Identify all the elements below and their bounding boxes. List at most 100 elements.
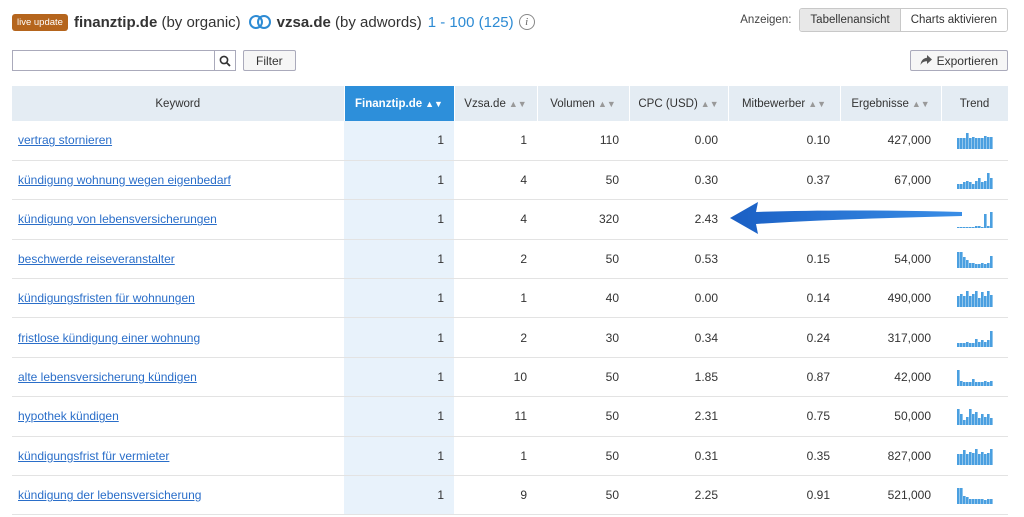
search-input[interactable] (12, 50, 214, 71)
trend-cell (941, 317, 1008, 358)
competitors-cell: 0.10 (728, 121, 840, 161)
trend-bar (980, 182, 984, 190)
finanztip-position-cell-value: 1 (437, 133, 444, 148)
volume-cell-value: 320 (598, 212, 619, 227)
cpc-cell-value: 0.31 (694, 448, 718, 463)
keyword-link[interactable]: hypothek kündigen (18, 409, 119, 423)
keyword-link[interactable]: alte lebensversicherung kündigen (18, 370, 197, 384)
volume-cell-value: 50 (605, 370, 619, 385)
trend-bar (980, 227, 984, 229)
trend-sparkline (956, 330, 993, 347)
keyword-cell[interactable]: kündigungsfrist für vermieter (12, 436, 344, 477)
col-cpc[interactable]: CPC (USD) ▲▼ (629, 86, 729, 121)
trend-bar (977, 263, 981, 268)
domain-2[interactable]: vzsa.de (by adwords) (277, 14, 422, 31)
keyword-cell[interactable]: alte lebensversicherung kündigen (12, 357, 344, 398)
col-vzsa[interactable]: Vzsa.de ▲▼ (454, 86, 538, 121)
cpc-cell-value: 1.85 (694, 370, 718, 385)
trend-bar (974, 382, 978, 387)
trend-bar (986, 291, 990, 308)
vzsa-position-cell-value: 2 (520, 251, 527, 266)
trend-bar (980, 382, 984, 387)
finanztip-position-cell: 1 (344, 278, 454, 319)
trend-bar (971, 342, 975, 347)
search-button[interactable] (214, 50, 236, 71)
trend-bar (980, 262, 984, 268)
keyword-link[interactable]: kündigungsfrist für vermieter (18, 449, 169, 463)
trend-bar (965, 382, 969, 387)
keyword-link[interactable]: kündigung der lebensversicherung (18, 488, 201, 502)
trend-bar (974, 181, 978, 190)
keyword-link[interactable]: kündigung von lebensversicherungen (18, 212, 217, 226)
vzsa-position-cell: 2 (454, 317, 537, 358)
keyword-cell[interactable]: fristlose kündigung einer wohnung (12, 317, 344, 358)
table-row: kündigungsfristen für wohnungen 1 1 40 0.00 0… (12, 278, 1008, 319)
trend-bar (977, 178, 981, 190)
trend-bar (989, 330, 993, 347)
col-results[interactable]: Ergebnisse ▲▼ (840, 86, 942, 121)
keyword-cell[interactable]: kündigung wohnung wegen eigenbedarf (12, 160, 344, 201)
keyword-cell[interactable]: hypothek kündigen (12, 396, 344, 437)
keyword-link[interactable]: kündigungsfristen für wohnungen (18, 291, 195, 305)
trend-bar (971, 452, 975, 465)
trend-bar (965, 291, 969, 308)
finanztip-position-cell: 1 (344, 436, 454, 477)
results-cell: 521,000 (840, 475, 941, 516)
keyword-link[interactable]: vertrag stornieren (18, 133, 112, 147)
vzsa-position-cell-value: 4 (520, 173, 527, 188)
charts-button[interactable]: Charts aktivieren (900, 9, 1007, 31)
trend-bar (989, 499, 993, 505)
trend-bar (980, 414, 984, 426)
competitors-cell-value: 0.37 (806, 173, 830, 188)
keyword-link[interactable]: beschwerde reiseveranstalter (18, 252, 175, 266)
sort-icon: ▲▼ (508, 98, 527, 109)
trend-bar (983, 417, 987, 426)
trend-bar (983, 214, 987, 229)
trend-bar (956, 251, 960, 268)
keyword-cell[interactable]: beschwerde reiseveranstalter (12, 239, 344, 280)
trend-bar (965, 259, 969, 268)
volume-cell: 50 (537, 357, 629, 398)
table-view-button[interactable]: Tabellenansicht (800, 9, 901, 31)
vzsa-position-cell-value: 11 (514, 409, 527, 424)
keyword-cell[interactable]: kündigung der lebensversicherung (12, 475, 344, 516)
search-icon (219, 55, 231, 67)
trend-bar (977, 226, 981, 229)
keyword-link[interactable]: fristlose kündigung einer wohnung (18, 331, 200, 345)
col-volume[interactable]: Volumen ▲▼ (537, 86, 630, 121)
trend-bar (983, 341, 987, 347)
trend-bar (974, 499, 978, 505)
results-cell: 67,000 (840, 160, 941, 201)
keyword-cell[interactable]: kündigungsfristen für wohnungen (12, 278, 344, 319)
results-cell: 827,000 (840, 436, 941, 477)
cpc-cell-value: 0.00 (694, 133, 718, 148)
keyword-cell[interactable]: kündigung von lebensversicherungen (12, 199, 344, 240)
col-keyword[interactable]: Keyword (12, 86, 345, 121)
domain-1[interactable]: finanztip.de (by organic) (74, 14, 241, 31)
competitors-cell: 0.15 (728, 239, 840, 280)
trend-bar (968, 262, 972, 268)
sort-icon: ▲▼ (808, 98, 827, 109)
col-competitors[interactable]: Mitbewerber ▲▼ (728, 86, 841, 121)
col-finanztip[interactable]: Finanztip.de ▲▼ (344, 86, 455, 121)
results-cell-value: 317,000 (887, 330, 931, 345)
trend-bar (986, 173, 990, 190)
vzsa-position-cell: 10 (454, 357, 537, 398)
cpc-cell: 2.43 (629, 199, 728, 240)
finanztip-position-cell: 1 (344, 475, 454, 516)
vzsa-position-cell: 9 (454, 475, 537, 516)
finanztip-position-cell: 1 (344, 317, 454, 358)
info-icon[interactable]: i (518, 14, 535, 30)
domain-1-name: finanztip.de (73, 13, 158, 31)
trend-bar (968, 499, 972, 505)
trend-bar (974, 412, 978, 426)
results-cell-value: 54,000 (894, 251, 931, 266)
trend-bar (968, 342, 972, 347)
vzsa-position-cell-value: 2 (520, 330, 527, 345)
cpc-cell-value: 0.30 (694, 173, 718, 188)
filter-button[interactable]: Filter (243, 50, 296, 71)
table-row: kündigung der lebensversicherung 1 9 50 2.25… (12, 475, 1008, 516)
keyword-link[interactable]: kündigung wohnung wegen eigenbedarf (18, 173, 231, 187)
export-button[interactable]: Exportieren (909, 50, 1008, 71)
keyword-cell[interactable]: vertrag stornieren (12, 121, 344, 161)
